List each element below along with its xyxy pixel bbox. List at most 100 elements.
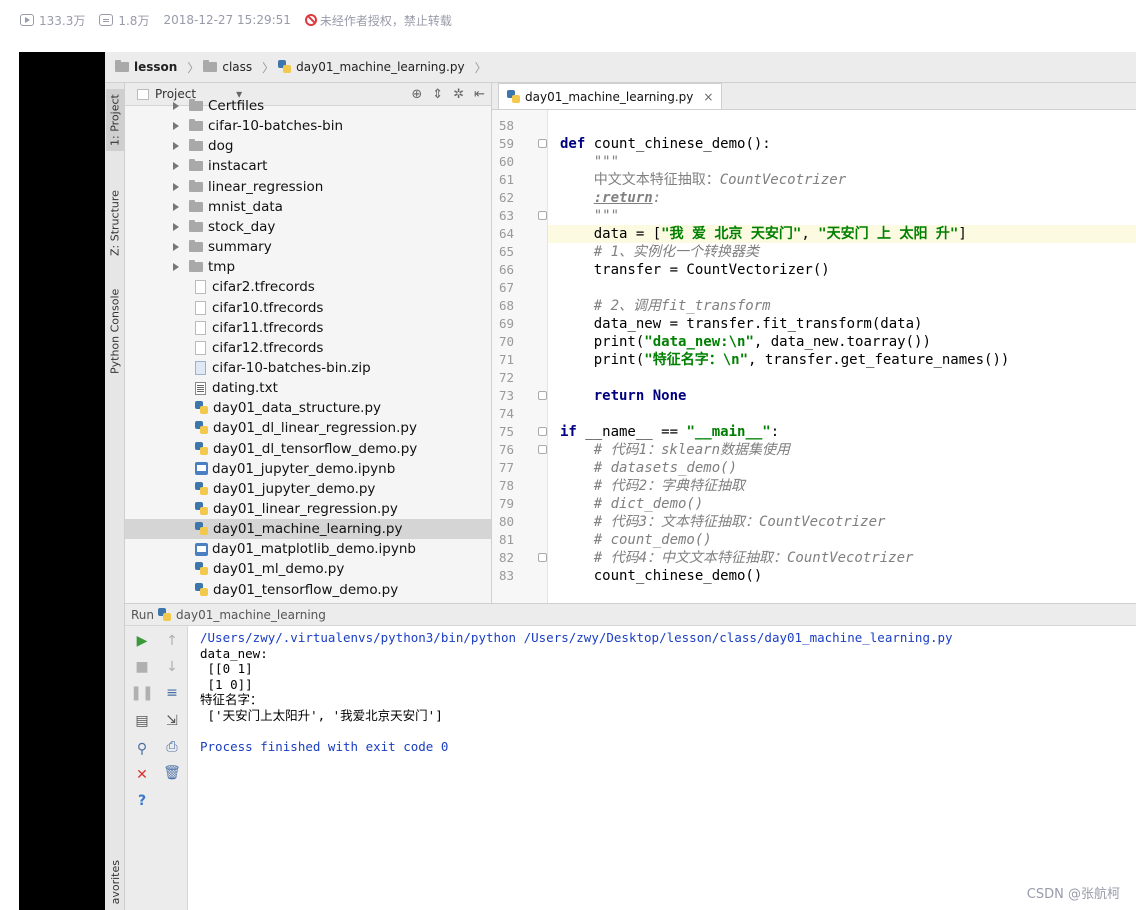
tree-item[interactable]: day01_ml_demo.py xyxy=(125,559,491,579)
tab-favorites[interactable]: avorites xyxy=(109,860,122,904)
trash-icon[interactable]: 🗑 xyxy=(163,764,181,782)
code-line[interactable]: print("特征名字：\n", transfer.get_feature_na… xyxy=(548,351,1136,369)
run-config-name[interactable]: day01_machine_learning xyxy=(176,608,326,622)
code-line[interactable] xyxy=(548,279,1136,297)
fold-marker-icon[interactable] xyxy=(538,553,547,562)
close-run-icon[interactable]: ✕ xyxy=(133,766,151,784)
code-line[interactable] xyxy=(548,369,1136,387)
code-line[interactable]: # 代码1：sklearn数据集使用 xyxy=(548,441,1136,459)
tree-item[interactable]: Certfiles xyxy=(125,96,491,116)
expand-arrow-icon[interactable] xyxy=(173,162,179,171)
tree-item[interactable]: instacart xyxy=(125,156,491,176)
code-line[interactable]: def count_chinese_demo(): xyxy=(548,135,1136,153)
scroll-to-end-icon[interactable]: ⇲ xyxy=(163,712,181,730)
tree-item[interactable]: mnist_data xyxy=(125,197,491,217)
code-line[interactable]: # 代码3：文本特征抽取：CountVecotrizer xyxy=(548,513,1136,531)
code-line[interactable]: print("data_new:\n", data_new.toarray()) xyxy=(548,333,1136,351)
expand-arrow-icon[interactable] xyxy=(173,102,179,110)
code-line[interactable]: data_new = transfer.fit_transform(data) xyxy=(548,315,1136,333)
help-icon[interactable]: ? xyxy=(133,792,151,810)
breadcrumb-file[interactable]: day01_machine_learning.py xyxy=(278,60,465,74)
expand-arrow-icon[interactable] xyxy=(173,202,179,211)
expand-arrow-icon[interactable] xyxy=(173,182,179,191)
fold-marker-icon[interactable] xyxy=(538,211,547,220)
code-area[interactable]: def count_chinese_demo(): """ 中文文本特征抽取：C… xyxy=(548,110,1136,603)
tree-item[interactable]: summary xyxy=(125,237,491,257)
tree-item[interactable]: day01_dl_linear_regression.py xyxy=(125,418,491,438)
fold-marker-icon[interactable] xyxy=(538,427,547,436)
code-line[interactable] xyxy=(548,117,1136,135)
code-line[interactable]: # 代码2：字典特征抽取 xyxy=(548,477,1136,495)
code-line[interactable]: # dict_demo() xyxy=(548,495,1136,513)
code-line[interactable]: """ xyxy=(548,207,1136,225)
pin-icon[interactable]: ⚲ xyxy=(133,740,151,758)
tree-item[interactable]: cifar10.tfrecords xyxy=(125,298,491,318)
tab-structure[interactable]: Z: Structure xyxy=(106,183,124,263)
close-icon[interactable]: × xyxy=(703,90,713,104)
breadcrumb-class[interactable]: class xyxy=(203,60,252,74)
line-number: 74 xyxy=(498,406,514,421)
tree-item[interactable]: cifar12.tfrecords xyxy=(125,338,491,358)
tree-item[interactable]: dog xyxy=(125,136,491,156)
code-line[interactable]: transfer = CountVectorizer() xyxy=(548,261,1136,279)
chevron-right-icon: 〉 xyxy=(187,60,200,75)
folder-icon xyxy=(189,199,203,212)
expand-arrow-icon[interactable] xyxy=(173,263,179,272)
tree-item[interactable]: cifar11.tfrecords xyxy=(125,318,491,338)
code-line[interactable]: 中文文本特征抽取：CountVecotrizer xyxy=(548,171,1136,189)
expand-arrow-icon[interactable] xyxy=(173,243,179,252)
tree-item[interactable]: dating.txt xyxy=(125,378,491,398)
code-line[interactable]: """ xyxy=(548,153,1136,171)
tree-item-label: dating.txt xyxy=(212,380,278,397)
code-line[interactable]: # 代码4：中文文本特征抽取：CountVecotrizer xyxy=(548,549,1136,567)
editor-tab-active[interactable]: day01_machine_learning.py × xyxy=(498,83,723,109)
tree-item-label: day01_dl_tensorflow_demo.py xyxy=(213,440,418,457)
tree-item[interactable]: cifar-10-batches-bin.zip xyxy=(125,358,491,378)
print-icon[interactable]: ⎙ xyxy=(163,738,181,756)
breadcrumb-lesson[interactable]: lesson xyxy=(115,60,177,74)
editor-tab-bar: day01_machine_learning.py × xyxy=(492,83,1136,110)
tree-item[interactable]: day01_machine_learning.py xyxy=(125,519,491,540)
tree-item[interactable]: day01_linear_regression.py xyxy=(125,499,491,519)
tree-item[interactable]: day01_tensorflow_demo.py xyxy=(125,580,491,600)
expand-arrow-icon[interactable] xyxy=(173,222,179,231)
code-line[interactable]: if __name__ == "__main__": xyxy=(548,423,1136,441)
tree-item[interactable]: day01_matplotlib_demo.ipynb xyxy=(125,539,491,559)
code-line[interactable]: return None xyxy=(548,387,1136,405)
tree-item[interactable]: cifar2.tfrecords xyxy=(125,277,491,297)
console-output[interactable]: /Users/zwy/.virtualenvs/python3/bin/pyth… xyxy=(200,630,1130,754)
tab-project[interactable]: 1: Project xyxy=(106,89,124,151)
tab-python-console[interactable]: Python Console xyxy=(106,283,124,379)
code-line[interactable]: data = ["我 爱 北京 天安门", "天安门 上 太阳 升"] xyxy=(548,225,1136,243)
down-arrow-icon[interactable]: ↓ xyxy=(163,658,181,676)
tree-item[interactable]: day01_data_structure.py xyxy=(125,398,491,418)
fold-marker-icon[interactable] xyxy=(538,445,547,454)
fold-marker-icon[interactable] xyxy=(538,139,547,148)
chevron-right-icon: 〉 xyxy=(262,60,275,75)
line-number-gutter: 58 59 60 61 62 63 64 65 66 67 68 69 70 71 72 73 74 75 76 77… xyxy=(492,110,548,603)
rerun-icon[interactable]: ▶ xyxy=(133,632,151,650)
tree-item[interactable]: day01_dl_tensorflow_demo.py xyxy=(125,439,491,459)
code-line[interactable]: :return: xyxy=(548,189,1136,207)
code-line[interactable]: # count_demo() xyxy=(548,531,1136,549)
code-line[interactable] xyxy=(548,405,1136,423)
up-arrow-icon[interactable]: ↑ xyxy=(163,632,181,650)
code-line[interactable]: # 1、实例化一个转换器类 xyxy=(548,243,1136,261)
tree-item[interactable]: day01_jupyter_demo.ipynb xyxy=(125,459,491,479)
tree-item[interactable]: day01_jupyter_demo.py xyxy=(125,479,491,499)
tree-item[interactable]: linear_regression xyxy=(125,177,491,197)
expand-arrow-icon[interactable] xyxy=(173,122,179,131)
python-file-icon xyxy=(195,562,209,576)
restore-layout-icon[interactable]: ▤ xyxy=(133,712,151,730)
expand-arrow-icon[interactable] xyxy=(173,142,179,151)
code-line[interactable]: # datasets_demo() xyxy=(548,459,1136,477)
code-line[interactable]: count_chinese_demo() xyxy=(548,567,1136,585)
tree-item[interactable]: tmp xyxy=(125,257,491,277)
tree-item[interactable]: cifar-10-batches-bin xyxy=(125,116,491,136)
fold-marker-icon[interactable] xyxy=(538,391,547,400)
code-line[interactable]: # 2、调用fit_transform xyxy=(548,297,1136,315)
tree-item[interactable]: stock_day xyxy=(125,217,491,237)
soft-wrap-icon[interactable]: ≡ xyxy=(163,684,181,702)
pause-icon[interactable]: ❚❚ xyxy=(130,684,153,702)
stop-icon[interactable]: ■ xyxy=(133,658,151,676)
